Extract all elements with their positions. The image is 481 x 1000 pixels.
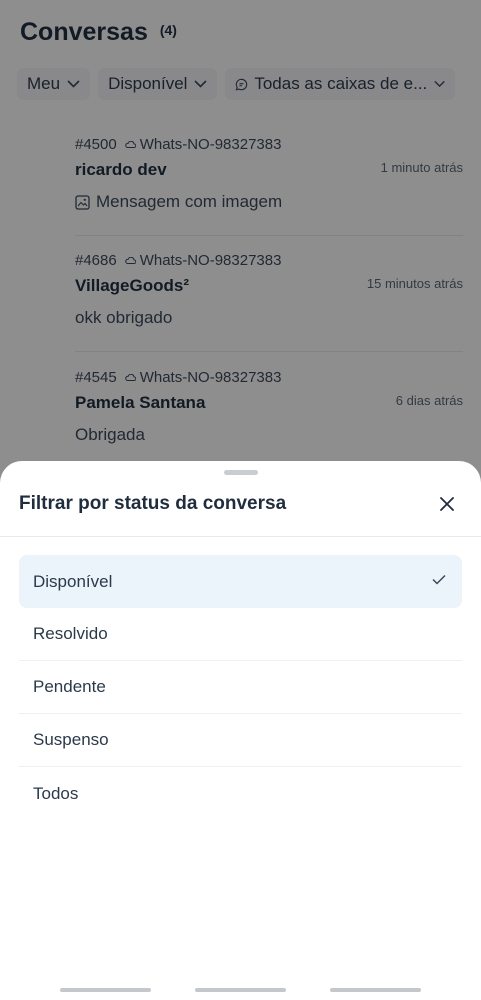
status-option-todos[interactable]: Todos xyxy=(19,767,462,820)
sheet-title: Filtrar por status da conversa xyxy=(19,493,287,514)
sheet-drag-handle[interactable] xyxy=(224,470,258,475)
nav-indicator-left xyxy=(60,988,151,992)
close-button[interactable] xyxy=(433,490,461,518)
status-options-list: Disponível Resolvido Pendente Suspenso T… xyxy=(19,555,462,820)
status-option-label: Pendente xyxy=(33,677,106,696)
sheet-divider xyxy=(0,536,481,537)
status-option-label: Suspenso xyxy=(33,730,109,749)
checkmark-icon xyxy=(432,574,446,585)
status-option-label: Todos xyxy=(33,783,79,803)
status-option-disponivel[interactable]: Disponível xyxy=(19,555,462,608)
status-option-label: Resolvido xyxy=(33,624,108,643)
nav-indicator-center xyxy=(195,988,286,992)
status-option-label: Disponível xyxy=(33,571,113,591)
status-option-suspenso[interactable]: Suspenso xyxy=(19,714,462,767)
status-option-pendente[interactable]: Pendente xyxy=(19,661,462,714)
nav-indicator-right xyxy=(330,988,421,992)
status-option-resolvido[interactable]: Resolvido xyxy=(19,608,462,661)
status-filter-sheet: Filtrar por status da conversa Disponíve… xyxy=(0,461,481,1000)
close-icon xyxy=(440,497,454,511)
